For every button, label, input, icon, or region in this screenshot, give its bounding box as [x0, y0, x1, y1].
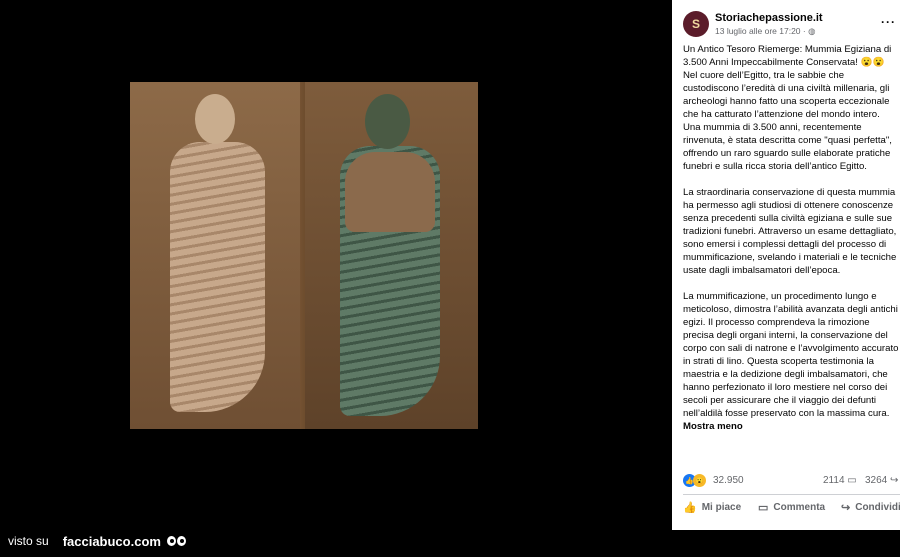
post-header: S Storiachepassione.it 13 luglio alle or…	[683, 11, 900, 41]
comment-button[interactable]: ▭ Commenta	[758, 501, 825, 514]
photo-viewer	[0, 0, 672, 557]
comments-count[interactable]: 2114 ▭	[823, 475, 857, 486]
mummy-head-right	[365, 94, 410, 149]
like-label: Mi piace	[701, 502, 742, 513]
comment-icon: ▭	[758, 502, 769, 514]
post-panel: S Storiachepassione.it 13 luglio alle or…	[672, 0, 900, 530]
mummy-head-left	[195, 94, 235, 144]
share-arrow-icon: ↪	[890, 475, 899, 486]
post-actions: 👍 Mi piace ▭ Commenta ↪ Condividi	[683, 501, 900, 517]
actions-divider	[683, 494, 900, 495]
see-less-link[interactable]: Mostra meno	[683, 421, 743, 432]
page-avatar[interactable]: S	[683, 11, 709, 37]
post-stats: 👍 😮 32.950 2114 ▭ 3264 ↪	[683, 474, 900, 490]
reaction-icons[interactable]: 👍 😮	[683, 474, 706, 487]
mummy-torso-right	[345, 152, 435, 232]
globe-icon: ◍	[808, 26, 816, 36]
watermark-brand: facciabuco.com	[62, 533, 161, 549]
mummy-figure-left	[170, 142, 265, 412]
more-options-icon[interactable]: ···	[881, 15, 896, 29]
post-date[interactable]: 13 luglio alle ore 17:20 · ◍	[715, 26, 816, 37]
like-button[interactable]: 👍 Mi piace	[683, 501, 741, 514]
share-icon: ↪	[841, 502, 851, 514]
shares-count-value: 3264	[865, 475, 888, 486]
watermark-prefix: visto su	[8, 534, 49, 548]
post-date-text: 13 luglio alle ore 17:20 ·	[715, 26, 809, 36]
comment-label: Commenta	[773, 502, 826, 513]
eyes-logo-icon	[166, 536, 187, 546]
share-button[interactable]: ↪ Condividi	[841, 501, 900, 514]
post-photo[interactable]	[130, 82, 478, 429]
shares-count[interactable]: 3264 ↪	[865, 475, 898, 486]
post-body: Un Antico Tesoro Riemerge: Mummia Egizia…	[683, 44, 899, 419]
comment-bubble-icon: ▭	[847, 475, 857, 486]
post-text: Un Antico Tesoro Riemerge: Mummia Egizia…	[683, 43, 900, 433]
watermark-footer: visto su facciabuco.com	[8, 531, 187, 551]
page-name[interactable]: Storiachepassione.it	[715, 12, 823, 24]
share-label: Condividi	[855, 502, 900, 513]
comments-count-value: 2114	[823, 475, 845, 486]
reactions-count[interactable]: 32.950	[713, 475, 744, 486]
wow-reaction-icon: 😮	[693, 474, 706, 487]
thumbs-up-icon: 👍	[683, 502, 697, 514]
